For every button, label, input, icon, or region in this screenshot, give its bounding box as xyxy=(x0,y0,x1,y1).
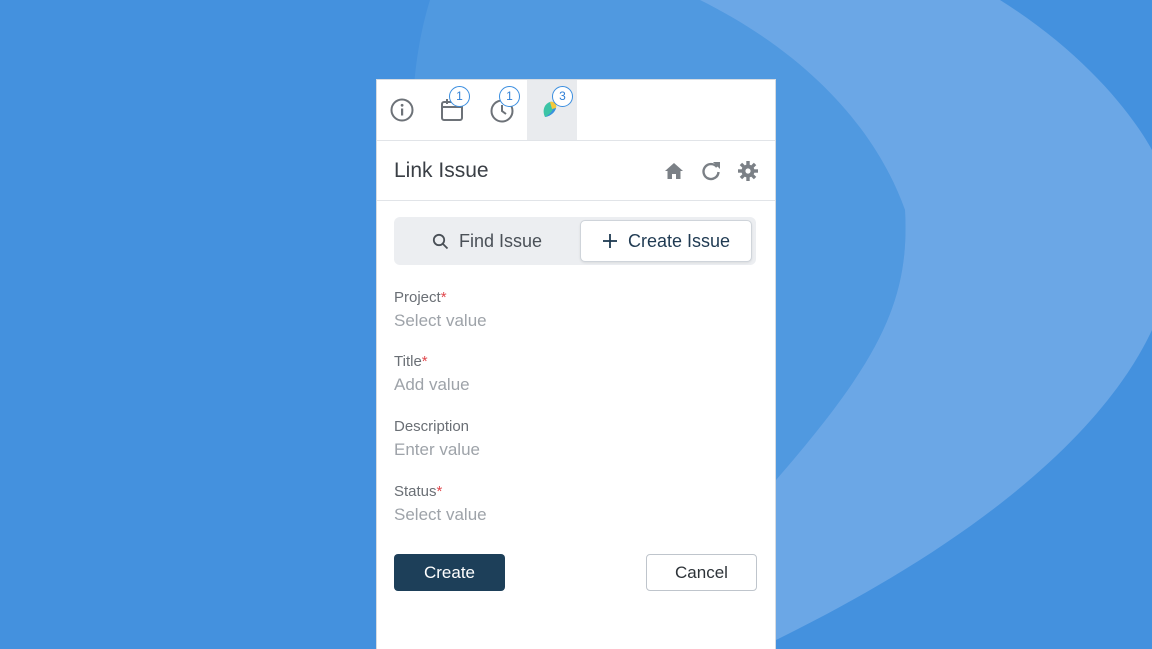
tab-info[interactable] xyxy=(377,80,427,140)
issue-panel: 1 1 3 Link Issue Find Issue Create Issue… xyxy=(376,79,776,649)
settings-icon[interactable] xyxy=(736,159,760,183)
plus-icon xyxy=(602,234,617,248)
cancel-button[interactable]: Cancel xyxy=(646,554,757,591)
project-label: Project* xyxy=(394,289,447,306)
search-icon xyxy=(432,233,449,249)
home-icon[interactable] xyxy=(662,159,686,183)
page-title: Link Issue xyxy=(394,159,489,182)
title-label: Title* xyxy=(394,353,428,370)
description-field[interactable]: Description Enter value xyxy=(394,418,480,460)
project-field[interactable]: Project* Select value xyxy=(394,289,487,331)
status-label: Status* xyxy=(394,483,443,500)
tab-calendar[interactable]: 1 xyxy=(427,80,477,140)
clock-badge: 1 xyxy=(499,86,520,107)
tab-clock[interactable]: 1 xyxy=(477,80,527,140)
description-input[interactable]: Enter value xyxy=(394,440,480,460)
refresh-icon[interactable] xyxy=(699,159,723,183)
status-select[interactable]: Select value xyxy=(394,505,487,525)
description-label: Description xyxy=(394,418,470,435)
tab-bar: 1 1 3 xyxy=(377,80,775,141)
create-issue-tab[interactable]: Create Issue xyxy=(580,220,752,262)
app-badge: 3 xyxy=(552,86,573,107)
create-button[interactable]: Create xyxy=(394,554,505,591)
create-issue-label: Create Issue xyxy=(627,230,731,251)
info-icon xyxy=(390,98,414,122)
project-select[interactable]: Select value xyxy=(394,311,487,331)
calendar-badge: 1 xyxy=(449,86,470,107)
tab-app[interactable]: 3 xyxy=(527,80,577,140)
find-issue-tab[interactable]: Find Issue xyxy=(398,220,576,262)
title-field[interactable]: Title* Add value xyxy=(394,353,470,395)
find-issue-label: Find Issue xyxy=(458,230,543,251)
panel-header: Link Issue xyxy=(377,141,775,201)
title-input[interactable]: Add value xyxy=(394,375,470,395)
issue-mode-switch: Find Issue Create Issue xyxy=(394,217,756,265)
status-field[interactable]: Status* Select value xyxy=(394,483,487,525)
